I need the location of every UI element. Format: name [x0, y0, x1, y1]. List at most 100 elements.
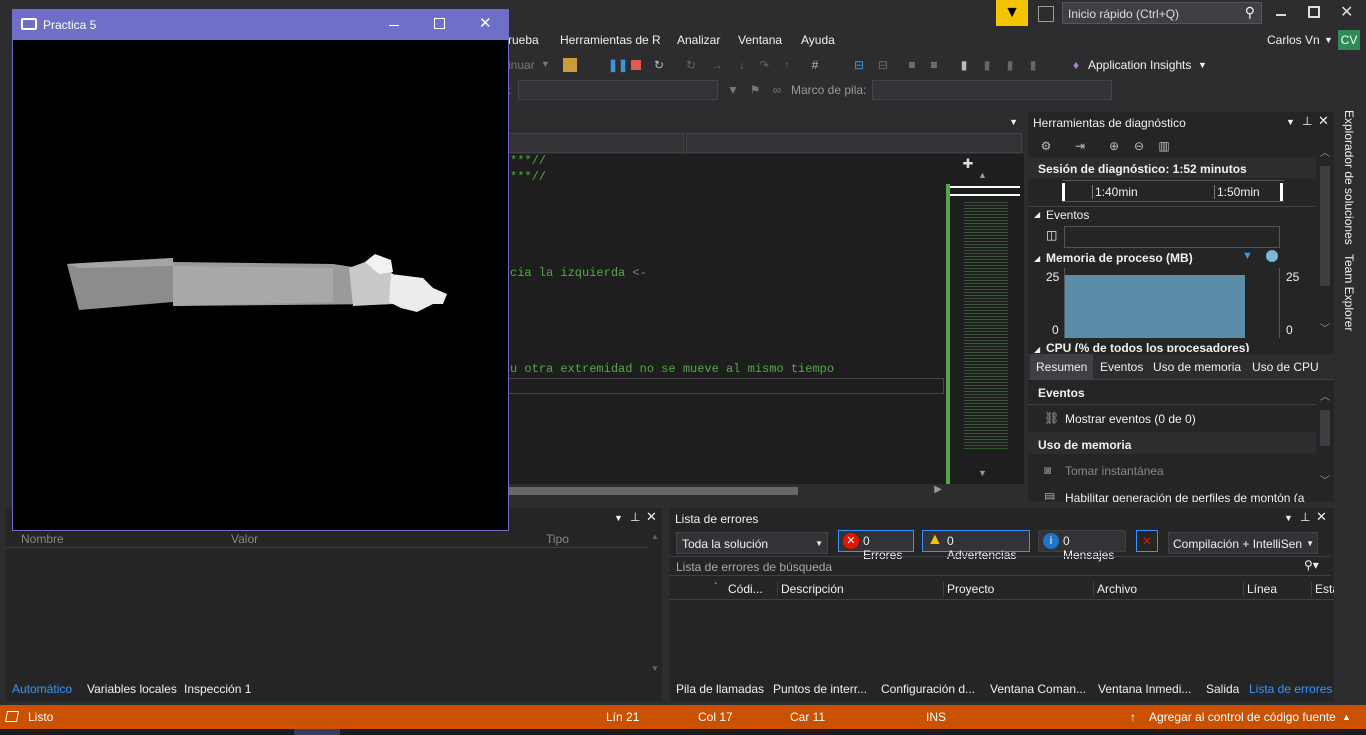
menu-analizar[interactable]: Analizar: [677, 33, 720, 47]
tab-exception-settings[interactable]: Configuración d...: [881, 682, 975, 696]
hscroll-thumb[interactable]: [508, 487, 798, 495]
user-avatar[interactable]: CV: [1338, 30, 1360, 50]
errors-pin-icon[interactable]: ⊥: [1300, 510, 1310, 524]
tab-resumen[interactable]: Resumen: [1030, 354, 1094, 380]
diag-top-scroll[interactable]: ︿ ﹀: [1318, 142, 1332, 338]
heap-profiling-link[interactable]: Habilitar generación de perfiles de mont…: [1065, 491, 1315, 502]
tab-command-window[interactable]: Ventana Coman...: [990, 682, 1086, 696]
autos-scroll-down-icon[interactable]: ▼: [651, 664, 659, 673]
link-icon[interactable]: ∞: [770, 83, 784, 97]
close-button[interactable]: ✕: [1340, 2, 1353, 22]
summary-scroll-down-icon[interactable]: ﹀: [1320, 472, 1330, 487]
tab-eventos[interactable]: Eventos: [1100, 360, 1143, 374]
export-icon[interactable]: ⇥: [1073, 139, 1087, 153]
continue-dropdown-icon[interactable]: ▼: [541, 59, 550, 69]
tab-uso-memoria[interactable]: Uso de memoria: [1153, 360, 1241, 374]
autos-dropdown-icon[interactable]: ▼: [614, 513, 623, 523]
practica-maximize-button[interactable]: [434, 18, 445, 29]
side-tab-team-explorer[interactable]: Team Explorer: [1342, 254, 1356, 331]
practica-minimize-button[interactable]: [389, 16, 399, 26]
build-filter-select[interactable]: Compilación + IntelliSen ▼: [1168, 532, 1318, 554]
code-editor[interactable]: ***// ***// cia la izquierda <- u otra e…: [508, 154, 1024, 484]
warnings-filter-button[interactable]: ▲ 0 Advertencias: [922, 530, 1030, 562]
menu-ayuda[interactable]: Ayuda: [801, 33, 835, 47]
source-control-caret-icon[interactable]: ▲: [1342, 712, 1351, 722]
outdent-icon[interactable]: ≡: [927, 58, 941, 72]
errors-dropdown-icon[interactable]: ▼: [1284, 513, 1293, 523]
step-out-icon[interactable]: ↷: [757, 58, 771, 72]
reset-zoom-icon[interactable]: ▥: [1157, 139, 1171, 153]
diag-scroll-down-icon[interactable]: ﹀: [1320, 320, 1330, 335]
tab-immediate-window[interactable]: Ventana Inmedi...: [1098, 682, 1191, 696]
autos-scroll-up-icon[interactable]: ▲: [651, 532, 659, 541]
events-expand-icon[interactable]: ◢: [1034, 210, 1040, 219]
restore-button[interactable]: [1308, 6, 1320, 18]
indent-icon[interactable]: ≡: [905, 58, 919, 72]
events-pause-icon[interactable]: ◫: [1046, 228, 1057, 242]
bookmark-icon[interactable]: ▮: [957, 58, 971, 72]
menu-prueba[interactable]: rueba: [508, 33, 539, 47]
hex-icon[interactable]: #: [808, 58, 822, 72]
col-nombre[interactable]: Nombre: [21, 532, 64, 546]
col-linea[interactable]: Línea: [1243, 582, 1277, 596]
continue-label[interactable]: inuar: [508, 58, 535, 72]
summary-scroll-thumb[interactable]: [1320, 410, 1330, 446]
col-descripcion[interactable]: Descripción: [777, 582, 844, 596]
user-name[interactable]: Carlos Vn: [1267, 33, 1320, 47]
menu-herramientas-r[interactable]: Herramientas de R: [560, 33, 661, 47]
show-events-link[interactable]: Mostrar eventos (0 de 0): [1065, 412, 1196, 426]
source-control-label[interactable]: Agregar al control de código fuente: [1149, 710, 1336, 724]
app-insights-dropdown-icon[interactable]: ▼: [1198, 60, 1207, 70]
tab-variables-locales[interactable]: Variables locales: [87, 682, 177, 696]
diag-pin-icon[interactable]: ⊥: [1302, 114, 1312, 128]
prev-bookmark-icon[interactable]: ▮: [980, 58, 994, 72]
col-archivo[interactable]: Archivo: [1093, 582, 1137, 596]
stack-icon[interactable]: ⊟: [876, 58, 890, 72]
scope-combo[interactable]: [508, 133, 684, 153]
editor-hscroll[interactable]: ▶: [508, 484, 946, 498]
menu-ventana[interactable]: Ventana: [738, 33, 782, 47]
col-estado[interactable]: Esta: [1311, 582, 1334, 596]
tab-automatico[interactable]: Automático: [12, 682, 72, 696]
zoom-out-icon[interactable]: ⊖: [1132, 139, 1146, 153]
app-insights-label[interactable]: Application Insights: [1088, 58, 1191, 72]
memory-expand-icon[interactable]: ◢: [1034, 254, 1040, 263]
step-up-icon[interactable]: ↑: [780, 58, 794, 72]
timeline[interactable]: 1:40min 1:50min: [1062, 180, 1284, 202]
error-search-box[interactable]: Lista de errores de búsqueda ⚲▾: [670, 556, 1330, 576]
errors-filter-button[interactable]: ✕ 0 Errores: [838, 530, 914, 562]
tab-output[interactable]: Salida: [1206, 682, 1239, 696]
col-codigo[interactable]: Códi...: [728, 582, 763, 596]
process-icon[interactable]: [563, 58, 577, 72]
diag-scroll-thumb[interactable]: [1320, 166, 1330, 286]
editor-tab-dropdown-icon[interactable]: ▼: [1009, 117, 1018, 127]
vscroll-up-icon[interactable]: ▲: [978, 170, 987, 180]
messages-filter-button[interactable]: i 0 Mensajes: [1038, 530, 1126, 562]
col-valor[interactable]: Valor: [231, 532, 258, 546]
practica-title-bar[interactable]: Practica 5 ✕: [13, 10, 508, 40]
thread-combo[interactable]: [518, 80, 718, 100]
tab-inspeccion-1[interactable]: Inspección 1: [184, 682, 251, 696]
member-combo[interactable]: [686, 133, 1022, 153]
diag-scroll-up-icon[interactable]: ︿: [1320, 144, 1330, 159]
autos-pin-icon[interactable]: ⊥: [630, 510, 640, 524]
filter-icon[interactable]: ▼: [996, 0, 1028, 26]
diag-close-icon[interactable]: ✕: [1318, 113, 1329, 129]
take-snapshot-link[interactable]: Tomar instantánea: [1065, 464, 1164, 478]
clear-bookmarks-icon[interactable]: ▮: [1026, 58, 1040, 72]
settings-icon[interactable]: ⚙: [1039, 139, 1053, 153]
step-into-icon[interactable]: →: [710, 58, 724, 72]
practica-close-button[interactable]: ✕: [479, 14, 492, 32]
editor-vscroll[interactable]: ▲ ▼: [976, 170, 990, 480]
stack-frame-combo[interactable]: [872, 80, 1112, 100]
quick-launch[interactable]: Inicio rápido (Ctrl+Q) ⚲: [1062, 2, 1262, 24]
col-proyecto[interactable]: Proyecto: [943, 582, 994, 596]
tab-error-list[interactable]: Lista de errores: [1249, 682, 1332, 696]
restart-icon[interactable]: ↻: [652, 58, 666, 72]
source-control-up-icon[interactable]: ↑: [1130, 710, 1136, 724]
tab-call-stack[interactable]: Pila de llamadas: [676, 682, 764, 696]
feedback-icon[interactable]: [1038, 6, 1054, 22]
errors-close-icon[interactable]: ✕: [1316, 509, 1327, 525]
minimize-button[interactable]: [1276, 6, 1286, 16]
tab-uso-cpu[interactable]: Uso de CPU: [1252, 360, 1319, 374]
